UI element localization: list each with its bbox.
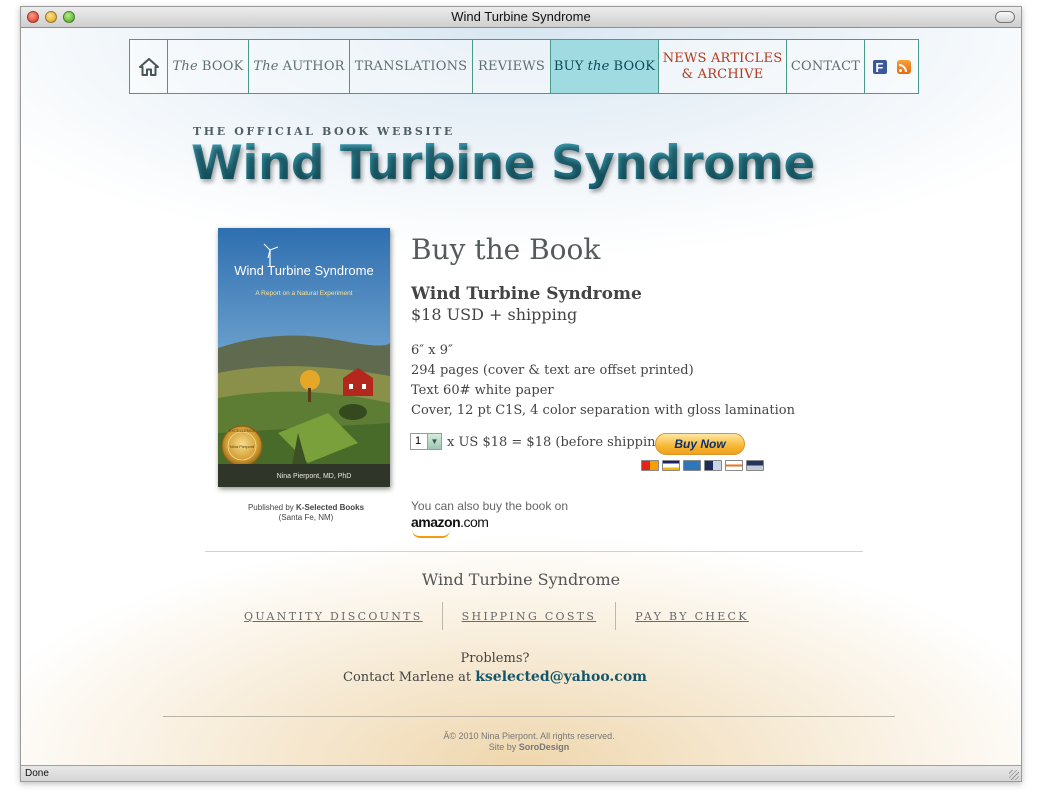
cover-author: Nina Pierpont, MD, PhD [277, 473, 352, 480]
chevron-down-icon[interactable]: ▼ [427, 434, 441, 449]
nav-the-book-label: BOOK [201, 59, 244, 74]
nav-the-author-label: AUTHOR [282, 59, 345, 74]
facebook-icon[interactable]: f [872, 59, 887, 74]
amazon-note: You can also buy the book on [411, 499, 569, 513]
nav-news-line1: NEWS ARTICLES [662, 50, 783, 66]
quantity-select[interactable]: 1 ▼ [410, 433, 442, 450]
toolbar-toggle-button[interactable] [995, 11, 1015, 23]
product-specs: 6″ x 9″ 294 pages (cover & text are offs… [411, 341, 795, 421]
nav-buy-pre: BUY [553, 59, 584, 74]
footer-links: QUANTITY DISCOUNTS SHIPPING COSTS PAY BY… [225, 602, 768, 632]
nav-the-author-em: The [253, 59, 279, 74]
visa-icon [662, 460, 680, 471]
discover-icon [704, 460, 722, 471]
home-icon [138, 57, 159, 76]
price-calculation: x US $18 = $18 (before shipping) [447, 435, 669, 450]
status-bar: Done [21, 765, 1021, 781]
publisher-location: (Santa Fe, NM) [278, 513, 334, 522]
contact-email-link[interactable]: kselected@yahoo.com [475, 669, 647, 685]
spec-size: 6″ x 9″ [411, 343, 453, 358]
contact-prefix: Contact Marlene at [343, 670, 472, 685]
publisher-prefix: Published by [247, 503, 294, 512]
contact-line: Contact Marlene at kselected@yahoo.com [21, 669, 969, 685]
spec-paper: Text 60# white paper [411, 383, 554, 398]
rss-icon[interactable] [896, 59, 911, 74]
nav-home[interactable] [130, 40, 168, 93]
nav-reviews-label: REVIEWS [478, 59, 545, 74]
publisher-link[interactable]: K-Selected Books [296, 503, 364, 512]
nav-the-book-em: The [172, 59, 198, 74]
browser-window: Wind Turbine Syndrome The BOOK The AUTHOR … [20, 6, 1022, 782]
seal-center: Nina Pierpont [230, 444, 255, 449]
divider [163, 716, 895, 717]
nav-contact[interactable]: CONTACT [787, 40, 865, 93]
amex-icon [683, 460, 701, 471]
nav-news-line2: & ARCHIVE [681, 66, 764, 82]
nav-buy-label: BOOK [613, 59, 656, 74]
cover-subtitle: A Report on a Natural Experiment [255, 290, 352, 297]
nav-the-author[interactable]: The AUTHOR [249, 40, 350, 93]
nav-contact-label: CONTACT [790, 59, 861, 74]
product-price: $18 USD + shipping [411, 305, 578, 324]
problems-label: Problems? [460, 651, 530, 666]
publisher-info: Published by K-Selected Books (Santa Fe,… [206, 503, 406, 523]
nav-translations-label: TRANSLATIONS [354, 59, 468, 74]
footer-title: Wind Turbine Syndrome [421, 570, 621, 589]
amazon-logo-suffix: .com [460, 514, 489, 530]
payment-methods [641, 460, 764, 471]
nav-news-articles[interactable]: NEWS ARTICLES & ARCHIVE [659, 40, 787, 93]
credit-prefix: Site by [488, 742, 517, 752]
status-text: Done [25, 768, 49, 779]
book-cover: Wind Turbine Syndrome A Report on a Natu… [218, 228, 390, 487]
site-credit: Site by SoroDesign [21, 742, 1021, 752]
page-heading: Buy the Book [411, 233, 601, 266]
divider [205, 551, 863, 552]
nav-buy-em: the [587, 59, 610, 74]
echeck-icon [725, 460, 743, 471]
amazon-smile-icon [412, 530, 450, 538]
buy-now-button[interactable]: Buy Now [655, 433, 745, 455]
main-nav: The BOOK The AUTHOR TRANSLATIONS REVIEWS B… [129, 39, 919, 94]
page-viewport: The BOOK The AUTHOR TRANSLATIONS REVIEWS B… [21, 28, 1021, 765]
seal-text: EXCELLENCE [229, 428, 256, 433]
bank-icon [746, 460, 764, 471]
amazon-link[interactable]: amazon.com [411, 514, 489, 530]
site-title[interactable]: Wind Turbine Syndrome [191, 136, 815, 191]
nav-translations[interactable]: TRANSLATIONS [350, 40, 473, 93]
quantity-value: 1 [415, 435, 422, 447]
spec-pages: 294 pages (cover & text are offset print… [411, 363, 694, 378]
shipping-costs-link[interactable]: SHIPPING COSTS [443, 602, 616, 632]
pay-by-check-link[interactable]: PAY BY CHECK [616, 602, 768, 632]
cover-title: Wind Turbine Syndrome [234, 263, 373, 278]
nav-reviews[interactable]: REVIEWS [473, 40, 551, 93]
title-bar[interactable]: Wind Turbine Syndrome [21, 7, 1021, 28]
copyright: Â© 2010 Nina Pierpont. All rights reserv… [443, 731, 615, 741]
nav-social: f [865, 40, 918, 93]
nav-buy-the-book[interactable]: BUY the BOOK [551, 40, 659, 93]
credit-link[interactable]: SoroDesign [519, 742, 570, 752]
mastercard-icon [641, 460, 659, 471]
resize-grip-icon[interactable] [1009, 770, 1019, 780]
spec-cover: Cover, 12 pt C1S, 4 color separation wit… [411, 403, 795, 418]
product-name: Wind Turbine Syndrome [411, 284, 642, 304]
amazon-logo-text: amazon [411, 514, 461, 530]
window-title: Wind Turbine Syndrome [451, 9, 591, 24]
nav-the-book[interactable]: The BOOK [168, 40, 249, 93]
quantity-discounts-link[interactable]: QUANTITY DISCOUNTS [225, 602, 442, 632]
